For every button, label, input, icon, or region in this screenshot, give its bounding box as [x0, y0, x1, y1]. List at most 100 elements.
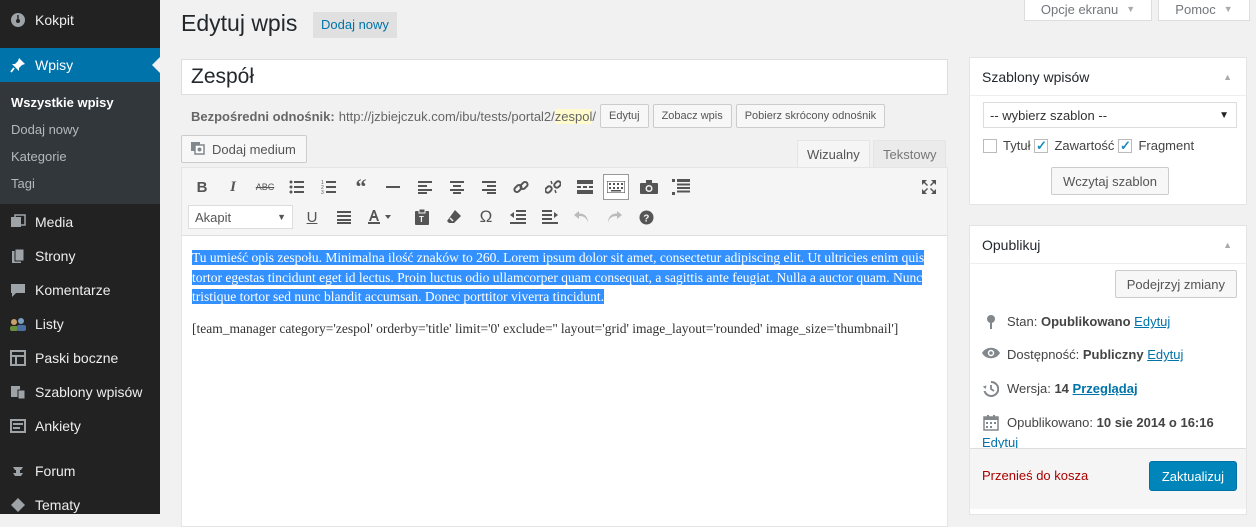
revisions-value: 14	[1054, 381, 1069, 396]
get-shortlink-button[interactable]: Pobierz skrócony odnośnik	[735, 104, 886, 128]
read-more-icon[interactable]	[572, 174, 598, 200]
submenu-tags[interactable]: Tagi	[11, 176, 35, 191]
help-button[interactable]: Pomoc ▼	[1158, 0, 1250, 21]
template-select[interactable]: -- wybierz szablon -- ▼	[983, 102, 1237, 128]
status-label: Stan:	[1007, 314, 1038, 329]
post-title-input[interactable]: Zespół	[181, 59, 948, 95]
bullet-list-icon[interactable]	[284, 174, 310, 200]
submenu-categories[interactable]: Kategorie	[11, 149, 67, 164]
list-lines-icon[interactable]	[668, 174, 694, 200]
view-post-button[interactable]: Zobacz wpis	[652, 104, 732, 128]
menu-label: Paski boczne	[35, 350, 119, 366]
template-select-value: -- wybierz szablon --	[990, 107, 1108, 123]
underline-icon[interactable]: U	[299, 204, 325, 230]
camera-icon[interactable]	[636, 174, 662, 200]
collapse-arrow-icon[interactable]: ▲	[1223, 240, 1232, 250]
add-media-button[interactable]: Dodaj medium	[181, 135, 307, 163]
post-templates-header[interactable]: Szablony wpisów ▲	[970, 58, 1246, 96]
checkbox-excerpt[interactable]: ✓	[1118, 138, 1133, 153]
indent-icon[interactable]	[537, 204, 563, 230]
grid-icon	[8, 348, 28, 368]
collapse-arrow-icon[interactable]: ▲	[1223, 72, 1232, 82]
paste-text-icon[interactable]: T	[409, 204, 435, 230]
menu-item-post-templates[interactable]: Szablony wpisów	[0, 375, 160, 409]
menu-item-lists[interactable]: Listy	[0, 307, 160, 341]
update-button[interactable]: Zaktualizuj	[1148, 461, 1237, 491]
tab-text[interactable]: Tekstowy	[873, 140, 947, 168]
strikethrough-icon[interactable]: ABC	[252, 174, 278, 200]
insert-link-icon[interactable]	[508, 174, 534, 200]
menu-item-sidebars[interactable]: Paski boczne	[0, 341, 160, 375]
align-right-icon[interactable]	[476, 174, 502, 200]
svg-text:T: T	[419, 215, 424, 224]
menu-item-topics[interactable]: Tematy	[0, 488, 160, 522]
template-options: Tytuł ✓ Zawartość ✓ Fragment	[983, 138, 1194, 153]
published-date-row: Opublikowano: 10 sie 2014 o 16:16	[982, 415, 1214, 434]
align-left-icon[interactable]	[412, 174, 438, 200]
publish-box: Opublikuj ▲ Podejrzyj zmiany Stan: Opubl…	[969, 225, 1247, 515]
clear-formatting-icon[interactable]	[441, 204, 467, 230]
pages-icon	[8, 246, 28, 266]
edit-slug-button[interactable]: Edytuj	[599, 104, 649, 128]
menu-item-pages[interactable]: Strony	[0, 239, 160, 273]
redo-icon[interactable]	[601, 204, 627, 230]
topics-icon	[8, 495, 28, 515]
menu-item-media[interactable]: Media	[0, 205, 160, 239]
help-icon[interactable]: ?	[633, 204, 659, 230]
menu-item-comments[interactable]: Komentarze	[0, 273, 160, 307]
load-template-button[interactable]: Wczytaj szablon	[1051, 167, 1169, 195]
outdent-icon[interactable]	[505, 204, 531, 230]
editor-toolbar: B I ABC 123 “ Akapit ▼ U T Ω ?	[182, 168, 947, 236]
italic-icon[interactable]: I	[220, 174, 246, 200]
menu-label: Komentarze	[35, 282, 111, 298]
caret-down-icon: ▼	[277, 212, 286, 222]
justify-icon[interactable]	[331, 204, 357, 230]
horizontal-line-icon[interactable]	[380, 174, 406, 200]
undo-icon[interactable]	[569, 204, 595, 230]
browse-revisions-link[interactable]: Przeglądaj	[1073, 381, 1138, 396]
unlink-icon[interactable]	[540, 174, 566, 200]
screen-options-button[interactable]: Opcje ekranu ▼	[1024, 0, 1152, 21]
comments-icon	[8, 280, 28, 300]
screen-options-label: Opcje ekranu	[1040, 1, 1119, 17]
checkbox-title[interactable]	[983, 138, 997, 153]
permalink-base: http://jzbiejczuk.com/ibu/tests/portal2/	[338, 108, 555, 124]
menu-item-forum[interactable]: Forum	[0, 454, 160, 488]
users-group-icon	[8, 314, 28, 334]
submenu-all-posts[interactable]: Wszystkie wpisy	[11, 95, 114, 110]
toolbar-toggle-icon[interactable]	[603, 174, 629, 200]
preview-changes-button[interactable]: Podejrzyj zmiany	[1114, 270, 1237, 298]
tab-visual[interactable]: Wizualny	[797, 140, 870, 168]
caret-down-icon: ▼	[1126, 4, 1136, 14]
align-center-icon[interactable]	[444, 174, 470, 200]
bold-icon[interactable]: B	[189, 174, 215, 200]
numbered-list-icon[interactable]: 123	[316, 174, 342, 200]
text-color-icon[interactable]	[363, 204, 399, 230]
admin-sidebar: Kokpit Wpisy Wszystkie wpisy Dodaj nowy …	[0, 0, 160, 514]
menu-item-dashboard[interactable]: Kokpit	[0, 3, 160, 37]
menu-item-polls[interactable]: Ankiety	[0, 409, 160, 443]
publish-header[interactable]: Opublikuj ▲	[970, 226, 1246, 264]
permalink-slug[interactable]: zespol	[554, 108, 593, 124]
special-character-icon[interactable]: Ω	[473, 204, 499, 230]
menu-label: Wpisy	[35, 57, 74, 73]
checkbox-content[interactable]: ✓	[1034, 138, 1049, 153]
menu-item-posts[interactable]: Wpisy	[0, 48, 160, 82]
blockquote-icon[interactable]: “	[348, 174, 374, 200]
submenu-add-new[interactable]: Dodaj nowy	[11, 122, 79, 137]
checkbox-title-label: Tytuł	[1003, 138, 1031, 153]
edit-visibility-link[interactable]: Edytuj	[1147, 347, 1183, 362]
edit-status-link[interactable]: Edytuj	[1134, 314, 1170, 329]
status-value: Opublikowano	[1040, 314, 1131, 329]
svg-text:?: ?	[643, 213, 649, 224]
shortcode-paragraph: [team_manager category='zespol' orderby=…	[192, 320, 899, 336]
page-title: Edytuj wpis	[181, 10, 298, 36]
fullscreen-icon[interactable]	[916, 174, 942, 200]
poll-icon	[8, 416, 28, 436]
format-select[interactable]: Akapit ▼	[188, 205, 293, 229]
move-to-trash-link[interactable]: Przenieś do kosza	[982, 468, 1088, 483]
visibility-value: Publiczny	[1082, 347, 1144, 362]
add-new-button[interactable]: Dodaj nowy	[313, 12, 397, 38]
editor-content[interactable]: Tu umieść opis zespołu. Minimalna ilość …	[192, 248, 940, 350]
permalink-end: /	[592, 108, 596, 124]
